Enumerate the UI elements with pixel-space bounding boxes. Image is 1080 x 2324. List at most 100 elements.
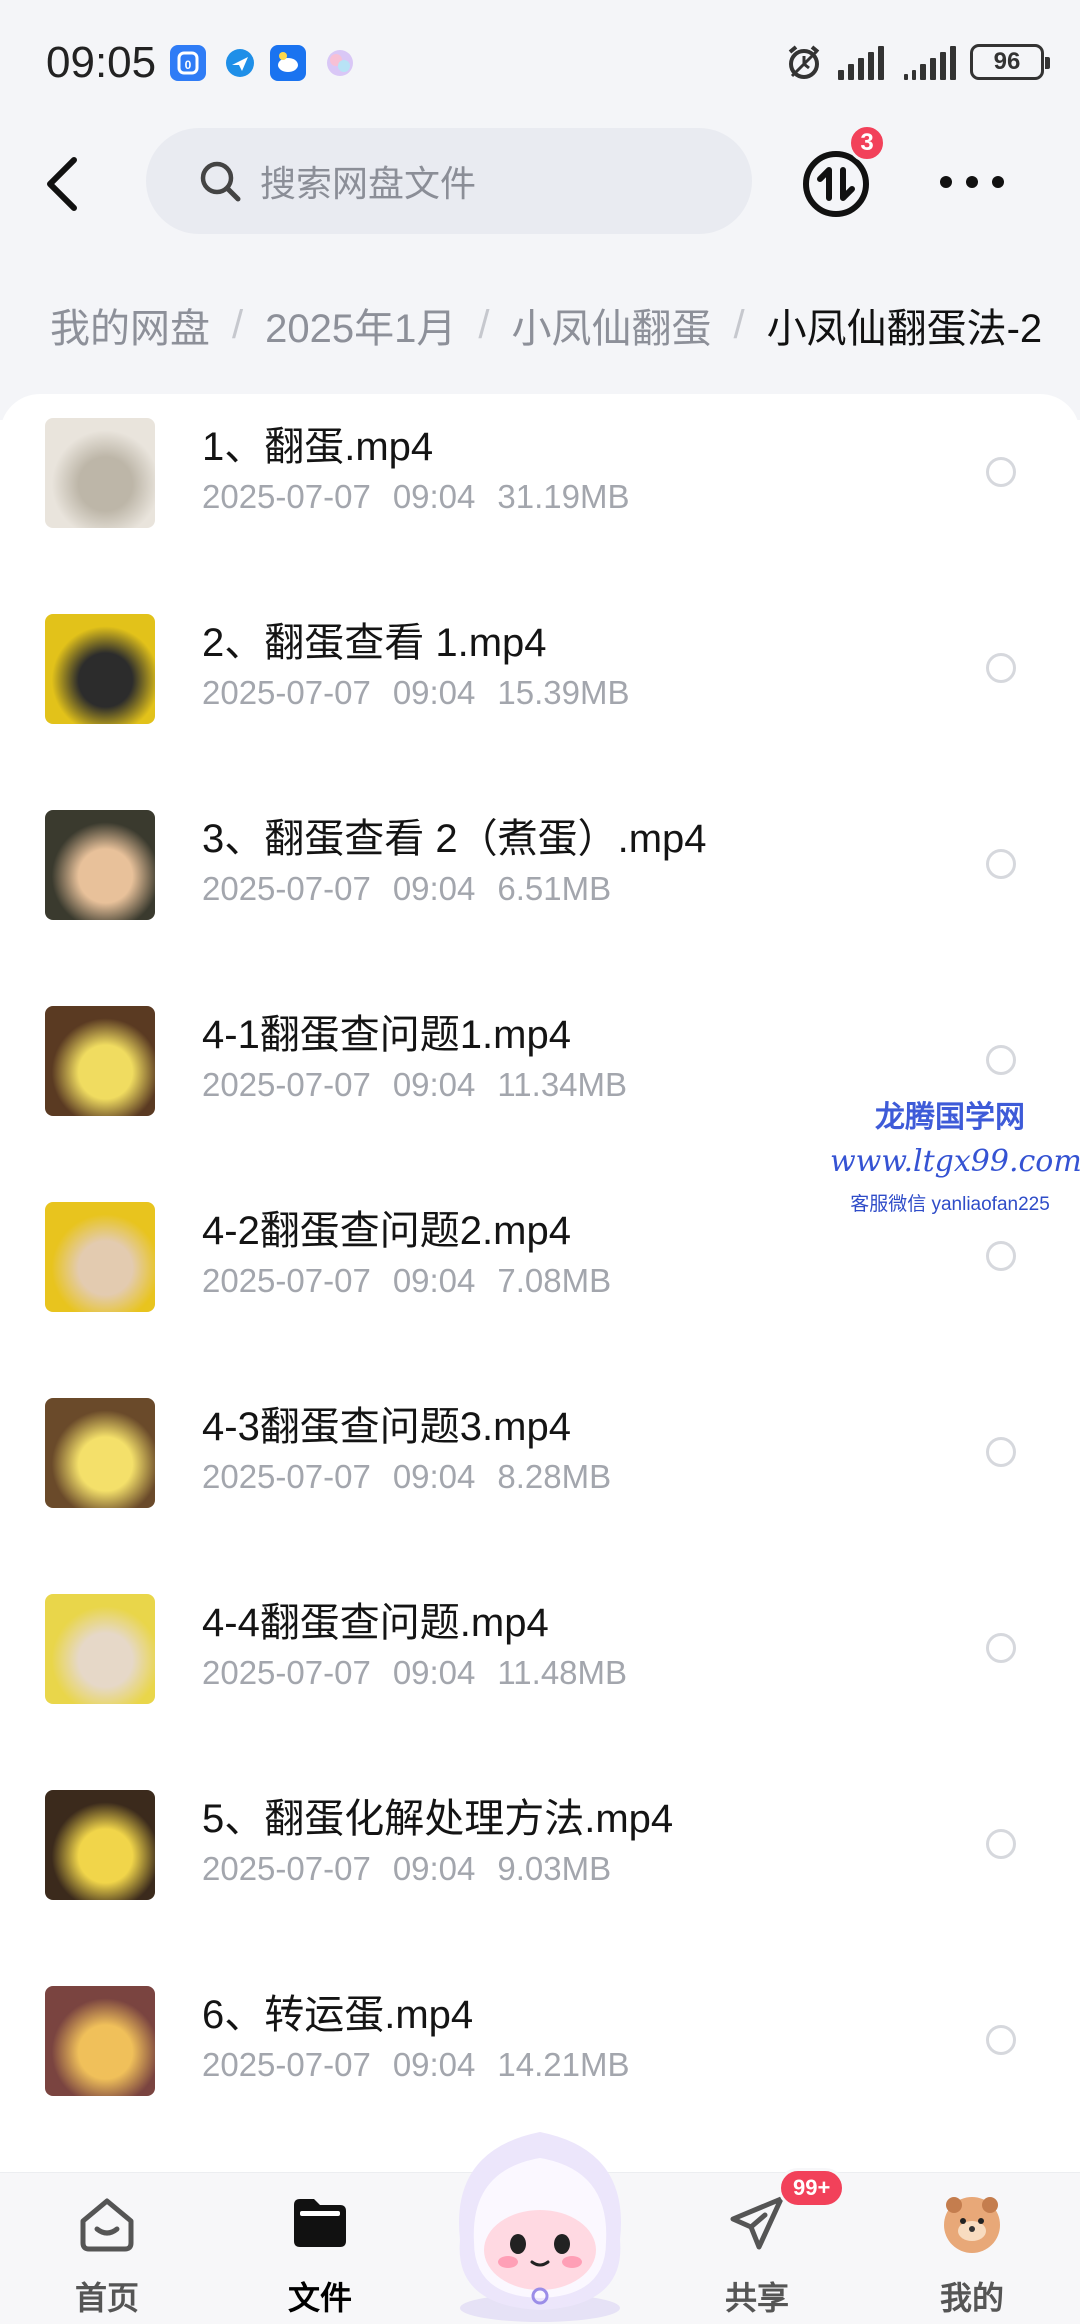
file-date: 2025-07-07: [202, 1066, 371, 1103]
select-radio[interactable]: [986, 849, 1016, 879]
home-icon: [80, 2198, 134, 2252]
more-dot: [966, 176, 978, 188]
select-radio[interactable]: [986, 1045, 1016, 1075]
file-size: 31.19MB: [497, 478, 630, 515]
breadcrumb-item-current: 小凤仙翻蛋法-2: [766, 307, 1043, 351]
tab-profile[interactable]: 我的: [892, 2173, 1052, 2324]
select-radio[interactable]: [986, 1437, 1016, 1467]
file-row[interactable]: 5、翻蛋化解处理方法.mp4 2025-07-07 09:04 9.03MB: [0, 1766, 1080, 1962]
breadcrumb-item-folder[interactable]: 小凤仙翻蛋: [511, 296, 711, 354]
file-date: 2025-07-07: [202, 1262, 371, 1299]
file-date: 2025-07-07: [202, 1850, 371, 1887]
back-button[interactable]: [42, 148, 90, 220]
notification-app-icon: [222, 45, 258, 81]
video-thumbnail: [45, 810, 155, 920]
search-icon: [200, 161, 241, 202]
file-time: 09:04: [392, 478, 476, 515]
video-thumbnail: [45, 1790, 155, 1900]
file-date: 2025-07-07: [202, 2046, 371, 2083]
video-thumbnail: [45, 418, 155, 528]
avatar-icon: [944, 2197, 1000, 2253]
battery-indicator: 96: [970, 44, 1050, 80]
watermark-contact: 客服微信 yanliaofan225: [850, 1194, 1050, 1215]
breadcrumb-separator: /: [478, 302, 490, 347]
file-name: 6、转运蛋.mp4: [202, 1993, 474, 2037]
file-name: 4-1翻蛋查问题1.mp4: [202, 1013, 571, 1057]
status-bar: 09:05 0 96: [0, 0, 1080, 130]
file-size: 11.34MB: [497, 1066, 628, 1103]
file-row[interactable]: 4-4翻蛋查问题.mp4 2025-07-07 09:04 11.48MB: [0, 1570, 1080, 1766]
file-name: 3、翻蛋查看 2（煮蛋）.mp4: [202, 817, 707, 861]
status-time: 09:05: [46, 38, 157, 87]
file-row[interactable]: 2、翻蛋查看 1.mp4 2025-07-07 09:04 15.39MB: [0, 590, 1080, 786]
notification-app-icon: [322, 45, 358, 81]
video-thumbnail: [45, 614, 155, 724]
file-size: 11.48MB: [497, 1654, 628, 1691]
select-radio[interactable]: [986, 653, 1016, 683]
file-name: 4-2翻蛋查问题2.mp4: [202, 1209, 571, 1253]
file-time: 09:04: [392, 2046, 476, 2083]
file-meta: 2025-07-07 09:04 31.19MB: [202, 478, 630, 516]
file-time: 09:04: [392, 1262, 476, 1299]
video-thumbnail: [45, 1594, 155, 1704]
transfer-count-badge: 3: [848, 124, 886, 162]
file-meta: 2025-07-07 09:04 8.28MB: [202, 1458, 611, 1496]
select-radio[interactable]: [986, 457, 1016, 487]
select-radio[interactable]: [986, 1633, 1016, 1663]
watermark: 龙腾国学网 www.ltgx99.com 客服微信 yanliaofan225: [830, 1092, 1080, 1216]
tab-home[interactable]: 首页: [27, 2173, 187, 2324]
video-thumbnail: [45, 1006, 155, 1116]
tab-files[interactable]: 文件: [240, 2173, 400, 2324]
select-radio[interactable]: [986, 1241, 1016, 1271]
mascot-assistant-button[interactable]: [430, 2110, 650, 2324]
file-time: 09:04: [392, 1850, 476, 1887]
paper-plane-icon: [730, 2196, 784, 2250]
file-name: 4-4翻蛋查问题.mp4: [202, 1601, 549, 1645]
file-meta: 2025-07-07 09:04 9.03MB: [202, 1850, 611, 1888]
notification-app-icon: [270, 45, 306, 81]
file-size: 9.03MB: [497, 1850, 612, 1887]
video-thumbnail: [45, 1202, 155, 1312]
file-date: 2025-07-07: [202, 870, 371, 907]
file-meta: 2025-07-07 09:04 11.48MB: [202, 1654, 627, 1692]
file-date: 2025-07-07: [202, 478, 371, 515]
breadcrumb-separator: /: [733, 302, 745, 347]
select-radio[interactable]: [986, 2025, 1016, 2055]
file-time: 09:04: [392, 1066, 476, 1103]
tab-profile-label: 我的: [939, 2280, 1004, 2316]
folder-icon: [294, 2199, 346, 2247]
search-input[interactable]: 搜索网盘文件: [146, 128, 752, 234]
file-list: 1、翻蛋.mp4 2025-07-07 09:04 31.19MB 2、翻蛋查看 1.m…: [0, 394, 1080, 2174]
more-dot: [940, 176, 952, 188]
file-row[interactable]: 3、翻蛋查看 2（煮蛋）.mp4 2025-07-07 09:04 6.51MB: [0, 786, 1080, 982]
file-time: 09:04: [392, 1458, 476, 1495]
file-meta: 2025-07-07 09:04 15.39MB: [202, 674, 630, 712]
notification-app-icon: 0: [170, 45, 206, 81]
video-thumbnail: [45, 1986, 155, 2096]
breadcrumb-item-root[interactable]: 我的网盘: [50, 296, 210, 354]
more-dot: [992, 176, 1004, 188]
file-size: 8.28MB: [497, 1458, 612, 1495]
file-meta: 2025-07-07 09:04 7.08MB: [202, 1262, 611, 1300]
file-size: 14.21MB: [497, 2046, 630, 2083]
file-size: 15.39MB: [497, 674, 630, 711]
file-row[interactable]: 1、翻蛋.mp4 2025-07-07 09:04 31.19MB: [0, 394, 1080, 590]
file-date: 2025-07-07: [202, 1458, 371, 1495]
file-meta: 2025-07-07 09:04 11.34MB: [202, 1066, 627, 1104]
tab-home-label: 首页: [74, 2280, 139, 2316]
file-row[interactable]: 4-3翻蛋查问题3.mp4 2025-07-07 09:04 8.28MB: [0, 1374, 1080, 1570]
file-name: 2、翻蛋查看 1.mp4: [202, 621, 547, 665]
file-date: 2025-07-07: [202, 674, 371, 711]
signal-icon: [904, 44, 956, 80]
share-count-badge: 99+: [778, 2168, 846, 2208]
search-placeholder: 搜索网盘文件: [260, 163, 477, 204]
more-button[interactable]: [940, 164, 1004, 200]
tab-files-label: 文件: [287, 2280, 352, 2316]
breadcrumb-item-month[interactable]: 2025年1月: [265, 296, 456, 354]
select-radio[interactable]: [986, 1829, 1016, 1859]
watermark-title: 龙腾国学网: [875, 1100, 1025, 1135]
file-name: 1、翻蛋.mp4: [202, 425, 434, 469]
file-meta: 2025-07-07 09:04 6.51MB: [202, 870, 611, 908]
alarm-icon: [788, 45, 820, 79]
file-name: 5、翻蛋化解处理方法.mp4: [202, 1797, 674, 1841]
